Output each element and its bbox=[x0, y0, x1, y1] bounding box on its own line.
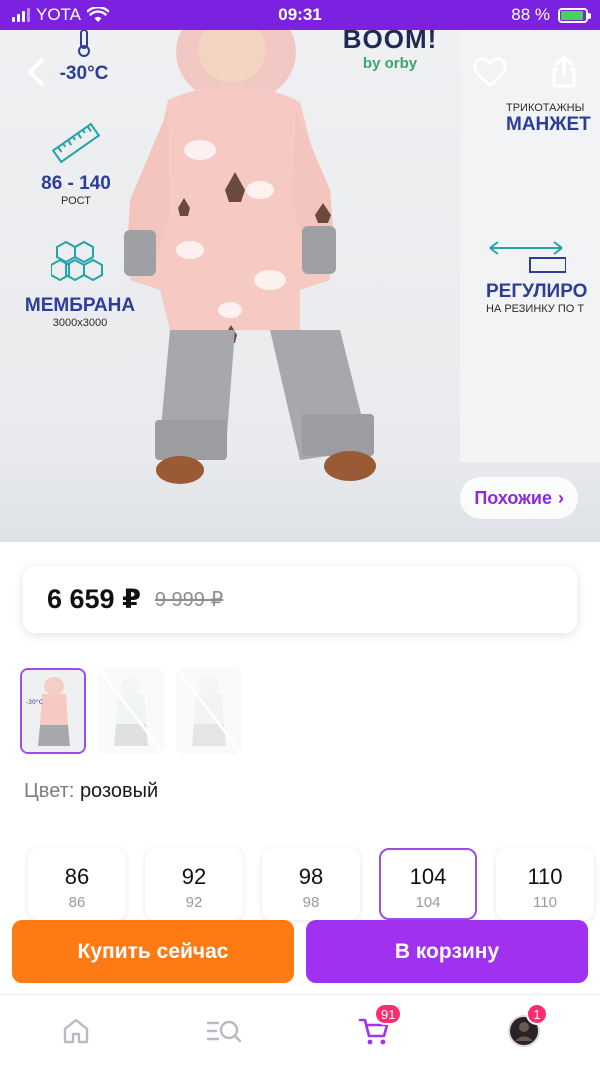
variant-thumbnails: -30°C bbox=[20, 668, 242, 754]
size-sub: 92 bbox=[185, 894, 203, 911]
share-button[interactable] bbox=[542, 50, 586, 94]
size-option-98[interactable]: 98 98 bbox=[262, 848, 360, 920]
size-main: 110 bbox=[527, 864, 563, 889]
chevron-right-icon: › bbox=[558, 487, 564, 508]
bottom-tab-bar: 91 1 bbox=[0, 994, 600, 1066]
tab-cart[interactable]: 91 bbox=[354, 1003, 403, 1049]
thumbnail-white-image bbox=[176, 668, 242, 754]
status-right: 88 % bbox=[511, 5, 591, 25]
membrane-spec: 3000x3000 bbox=[52, 317, 108, 329]
feature-cuffs: ТРИКОТАЖНЫ МАНЖЕТ bbox=[506, 102, 600, 136]
adjust-arrow-icon bbox=[489, 241, 567, 273]
ruler-icon bbox=[51, 122, 101, 164]
thumbnail-white[interactable] bbox=[176, 668, 242, 754]
back-icon bbox=[28, 58, 44, 86]
battery-percent: 88 % bbox=[511, 5, 550, 24]
color-value: розовый bbox=[79, 780, 159, 802]
thumbnail-green[interactable] bbox=[98, 668, 164, 754]
tab-catalog[interactable] bbox=[204, 1013, 244, 1049]
color-selection: Цвет: розовый bbox=[24, 780, 158, 803]
purchase-actions: Купить сейчас В корзину bbox=[12, 920, 588, 983]
cuffs-small: ТРИКОТАЖНЫ bbox=[506, 102, 585, 114]
size-sub: 86 bbox=[68, 894, 86, 911]
thumbnail-pink-image: -30°C bbox=[22, 670, 84, 752]
color-label: Цвет: bbox=[24, 780, 75, 802]
brand-logo: BOOM! by orby bbox=[335, 30, 445, 72]
brand-logo-sub: by orby bbox=[362, 55, 418, 72]
thumbnail-green-image bbox=[98, 668, 164, 754]
size-sub: 98 bbox=[302, 894, 320, 911]
add-to-cart-button[interactable]: В корзину bbox=[306, 920, 588, 983]
feature-height: 86 - 140 РОСТ bbox=[34, 118, 118, 207]
catalog-search-icon bbox=[206, 1020, 242, 1043]
cart-badge: 91 bbox=[374, 1003, 403, 1025]
size-main: 92 bbox=[181, 864, 207, 889]
size-option-92[interactable]: 92 92 bbox=[145, 848, 243, 920]
size-option-110[interactable]: 110 110 bbox=[496, 848, 594, 920]
similar-label: Похожие bbox=[474, 487, 552, 508]
cuffs-label: МАНЖЕТ bbox=[506, 114, 591, 135]
old-price: 9 999 ₽ bbox=[154, 589, 224, 611]
size-main: 104 bbox=[409, 864, 447, 889]
size-option-86[interactable]: 86 86 bbox=[28, 848, 126, 920]
thermometer-icon bbox=[78, 30, 90, 57]
buy-now-button[interactable]: Купить сейчас bbox=[12, 920, 294, 983]
clock: 09:31 bbox=[278, 5, 322, 24]
profile-badge: 1 bbox=[526, 1003, 548, 1025]
feature-membrane: МЕМБРАНА 3000x3000 bbox=[16, 240, 144, 329]
size-sub: 104 bbox=[415, 894, 441, 911]
size-main: 86 bbox=[64, 864, 90, 889]
tab-home[interactable] bbox=[56, 1013, 96, 1049]
thumbnail-pink[interactable]: -30°C bbox=[20, 668, 86, 754]
membrane-label: МЕМБРАНА bbox=[24, 295, 136, 316]
similar-button[interactable]: Похожие › bbox=[460, 477, 578, 519]
size-selector: 86 86 92 92 98 98 104 104 110 110 bbox=[28, 848, 594, 920]
current-price: 6 659 ₽ bbox=[47, 584, 141, 614]
feature-adjust: РЕГУЛИРО НА РЕЗИНКУ ПО Т bbox=[486, 236, 600, 315]
product-image-gallery[interactable]: -30°C 86 - 140 РОСТ МЕМБРАНА 3000x3000 B… bbox=[0, 30, 600, 542]
status-bar: YOTA 09:31 88 % bbox=[0, 0, 600, 30]
adjust-label: РЕГУЛИРО bbox=[486, 281, 588, 302]
tab-profile[interactable]: 1 bbox=[504, 1003, 548, 1049]
honeycomb-icon bbox=[50, 240, 103, 282]
svg-text:-30°C: -30°C bbox=[26, 699, 43, 706]
brand-logo-text: BOOM! bbox=[342, 30, 438, 54]
size-option-104[interactable]: 104 104 bbox=[379, 848, 477, 920]
size-main: 98 bbox=[298, 864, 324, 889]
adjust-small: НА РЕЗИНКУ ПО Т bbox=[486, 303, 585, 315]
share-icon bbox=[552, 55, 576, 88]
favorite-button[interactable] bbox=[468, 50, 512, 94]
height-label: РОСТ bbox=[61, 195, 91, 207]
heart-icon bbox=[473, 57, 507, 87]
back-button[interactable] bbox=[14, 50, 58, 94]
battery-icon bbox=[558, 7, 591, 23]
price-card: 6 659 ₽ 9 999 ₽ bbox=[23, 566, 577, 633]
home-icon bbox=[63, 1018, 89, 1044]
size-sub: 110 bbox=[533, 894, 557, 911]
height-range: 86 - 140 bbox=[41, 173, 111, 194]
